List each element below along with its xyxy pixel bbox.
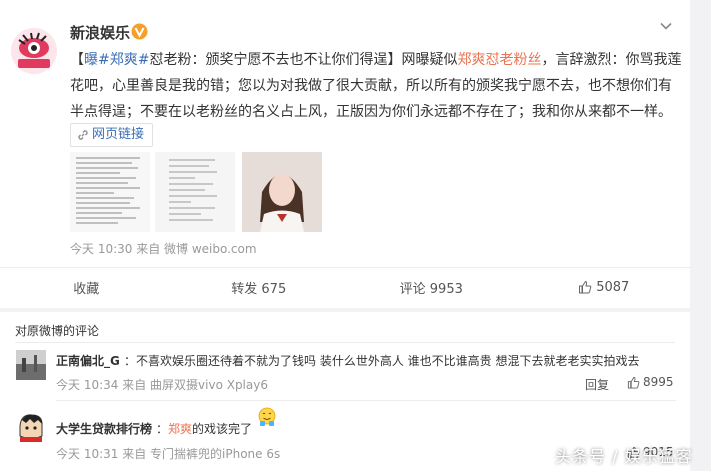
post-image-2[interactable] (155, 152, 235, 232)
comment-meta: 今天 10:31 来自 专门揣裤兜的iPhone 6s (56, 447, 281, 461)
favorite-label: 收藏 (73, 281, 100, 297)
post-body: 【曝#郑爽#怼老粉：颁奖宁愿不去也不让你们得逞】网曝疑似郑爽怼老粉丝，言辞激烈：… (70, 47, 682, 125)
post-author[interactable]: 新浪娱乐 (70, 22, 130, 43)
link-icon (78, 130, 88, 140)
comment-button[interactable]: 评论 9953 (345, 268, 518, 306)
post-image-1[interactable] (70, 152, 150, 232)
web-link-button[interactable]: 网页链接 (70, 123, 154, 147)
like-button[interactable]: 5087 (518, 268, 691, 306)
verified-icon (131, 23, 148, 40)
reply-button[interactable]: 回复 (585, 376, 609, 393)
mention-link[interactable]: 郑爽 (168, 422, 192, 436)
comment-author[interactable]: 大学生贷款排行榜 (56, 420, 152, 437)
comment-label: 评论 9953 (399, 281, 463, 297)
watermark: 头条号 / 娱乐猛客 (555, 447, 693, 466)
post-meta: 今天 10:30 来自 微博 weibo.com (70, 242, 257, 256)
comment-like-button[interactable]: 8995 (627, 375, 674, 389)
comment-section-title: 对原微博的评论 (15, 324, 100, 338)
comment-body: 的戏该完了 (192, 422, 253, 436)
divider (15, 342, 675, 343)
weibo-post-card: 新浪娱乐 【曝#郑爽#怼老粉：颁奖宁愿不去也不让你们得逞】网曝疑似郑爽怼老粉丝，… (0, 0, 690, 308)
comment-author[interactable]: 正南偏北_G (56, 352, 120, 369)
thumbs-up-icon (579, 280, 592, 294)
comment-separator: ： (124, 354, 137, 368)
thumbs-up-icon (627, 376, 640, 389)
comment-text: ：郑爽的戏该完了 (156, 420, 252, 437)
repost-label: 转发 675 (231, 281, 287, 297)
comment-avatar[interactable] (16, 350, 46, 380)
post-image-3[interactable] (242, 152, 322, 232)
favorite-button[interactable]: 收藏 (0, 268, 173, 306)
topic-link[interactable]: 郑爽怼老粉丝 (457, 52, 541, 68)
post-headline: 怼老粉：颁奖宁愿不去也不让你们得逞】网曝疑似 (149, 52, 458, 68)
hashtag-link[interactable]: 曝#郑爽# (84, 52, 149, 68)
comment-avatar[interactable] (16, 412, 46, 442)
comment-meta: 今天 10:34 来自 曲屏双摄vivo Xplay6 (56, 378, 268, 392)
repost-button[interactable]: 转发 675 (173, 268, 346, 306)
comment-separator: ： (156, 422, 169, 436)
divider (56, 400, 676, 401)
comment-text: ：不喜欢娱乐圈还待着不就为了钱吗 装什么世外高人 谁也不比谁高贵 想混下去就老老… (124, 352, 664, 369)
post-actions: 收藏 转发 675 评论 9953 5087 (0, 267, 690, 306)
comment-body: 不喜欢娱乐圈还待着不就为了钱吗 装什么世外高人 谁也不比谁高贵 想混下去就老老实… (136, 354, 640, 368)
emoji-icon (258, 407, 276, 426)
comment-like-count: 8995 (643, 375, 674, 389)
bracket-open: 【 (70, 52, 84, 68)
like-count: 5087 (596, 279, 630, 295)
avatar[interactable] (11, 28, 57, 74)
chevron-down-icon[interactable] (659, 19, 673, 33)
web-link-label: 网页链接 (92, 127, 145, 142)
